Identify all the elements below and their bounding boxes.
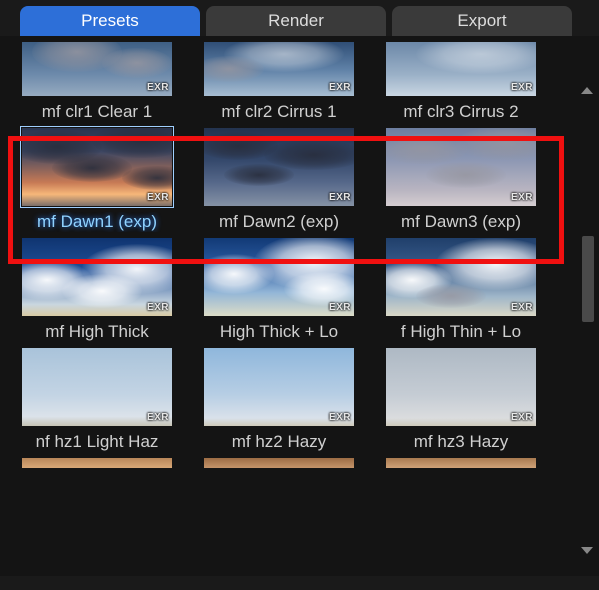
format-badge: EXR bbox=[147, 192, 169, 203]
scroll-up-button[interactable] bbox=[579, 82, 595, 98]
tab-render[interactable]: Render bbox=[206, 6, 386, 36]
preset-thumb[interactable]: EXR bbox=[204, 348, 354, 426]
format-badge: EXR bbox=[511, 82, 533, 93]
preset-item[interactable]: EXR mf hz2 Hazy bbox=[194, 348, 364, 452]
preset-item[interactable]: EXR mf clr1 Clear 1 bbox=[12, 42, 182, 122]
preset-item[interactable]: EXR mf Dawn2 (exp) bbox=[194, 128, 364, 232]
preset-thumb[interactable]: EXR bbox=[204, 42, 354, 96]
scrollbar-thumb[interactable] bbox=[582, 236, 594, 322]
format-badge: EXR bbox=[147, 412, 169, 423]
preset-thumb[interactable]: EXR bbox=[386, 128, 536, 206]
chevron-down-icon bbox=[581, 547, 593, 554]
preset-thumb[interactable]: EXR bbox=[204, 238, 354, 316]
preset-thumb[interactable]: EXR bbox=[22, 348, 172, 426]
preset-item[interactable]: EXR mf High Thick bbox=[12, 238, 182, 342]
preset-item[interactable] bbox=[12, 458, 182, 468]
preset-label: mf Dawn2 (exp) bbox=[194, 212, 364, 232]
preset-thumb[interactable]: EXR bbox=[386, 348, 536, 426]
preset-thumb[interactable]: EXR bbox=[204, 128, 354, 206]
preset-label: mf Dawn3 (exp) bbox=[376, 212, 546, 232]
preset-thumb[interactable] bbox=[204, 458, 354, 468]
preset-item[interactable]: EXR mf clr3 Cirrus 2 bbox=[376, 42, 546, 122]
preset-item[interactable]: EXR f High Thin + Lo bbox=[376, 238, 546, 342]
format-badge: EXR bbox=[147, 302, 169, 313]
format-badge: EXR bbox=[511, 192, 533, 203]
preset-thumb[interactable]: EXR bbox=[386, 238, 536, 316]
tab-bar: Presets Render Export bbox=[0, 0, 599, 36]
preset-label: High Thick + Lo bbox=[194, 322, 364, 342]
format-badge: EXR bbox=[329, 192, 351, 203]
preset-label: mf hz2 Hazy bbox=[194, 432, 364, 452]
preset-item[interactable]: EXR mf hz3 Hazy bbox=[376, 348, 546, 452]
preset-item[interactable]: EXR mf Dawn3 (exp) bbox=[376, 128, 546, 232]
preset-thumb[interactable]: EXR bbox=[22, 128, 172, 206]
preset-label: mf clr2 Cirrus 1 bbox=[194, 102, 364, 122]
format-badge: EXR bbox=[329, 302, 351, 313]
preset-item[interactable]: EXR High Thick + Lo bbox=[194, 238, 364, 342]
format-badge: EXR bbox=[329, 82, 351, 93]
preset-thumb[interactable]: EXR bbox=[22, 238, 172, 316]
format-badge: EXR bbox=[329, 412, 351, 423]
preset-label: nf hz1 Light Haz bbox=[12, 432, 182, 452]
preset-item[interactable]: EXR nf hz1 Light Haz bbox=[12, 348, 182, 452]
preset-label: mf High Thick bbox=[12, 322, 182, 342]
preset-label: f High Thin + Lo bbox=[376, 322, 546, 342]
preset-thumb[interactable] bbox=[386, 458, 536, 468]
format-badge: EXR bbox=[511, 412, 533, 423]
preset-thumb[interactable]: EXR bbox=[22, 42, 172, 96]
chevron-up-icon bbox=[581, 87, 593, 94]
preset-panel: EXR mf clr1 Clear 1 EXR mf clr2 Cirrus 1… bbox=[0, 36, 599, 576]
preset-item[interactable]: EXR mf clr2 Cirrus 1 bbox=[194, 42, 364, 122]
preset-item[interactable]: EXR mf Dawn1 (exp) bbox=[12, 128, 182, 232]
tab-presets[interactable]: Presets bbox=[20, 6, 200, 36]
tab-export[interactable]: Export bbox=[392, 6, 572, 36]
format-badge: EXR bbox=[511, 302, 533, 313]
preset-label: mf clr1 Clear 1 bbox=[12, 102, 182, 122]
preset-label: mf Dawn1 (exp) bbox=[12, 212, 182, 232]
preset-thumb[interactable] bbox=[22, 458, 172, 468]
scrollbar-track[interactable] bbox=[582, 106, 594, 576]
preset-item[interactable] bbox=[376, 458, 546, 468]
preset-label: mf clr3 Cirrus 2 bbox=[376, 102, 546, 122]
scroll-down-button[interactable] bbox=[579, 542, 595, 558]
preset-label: mf hz3 Hazy bbox=[376, 432, 546, 452]
preset-thumb[interactable]: EXR bbox=[386, 42, 536, 96]
preset-item[interactable] bbox=[194, 458, 364, 468]
format-badge: EXR bbox=[147, 82, 169, 93]
preset-grid: EXR mf clr1 Clear 1 EXR mf clr2 Cirrus 1… bbox=[12, 42, 572, 468]
